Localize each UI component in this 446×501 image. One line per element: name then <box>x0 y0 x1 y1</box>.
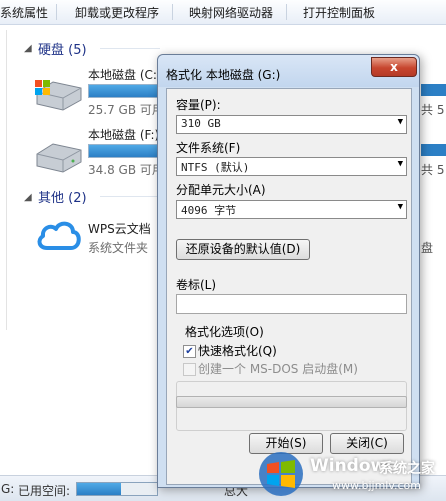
toolbar-separator <box>172 4 173 20</box>
group-title-other[interactable]: 其他 (2) <box>38 187 87 206</box>
status-drive-letter: G: <box>1 482 15 496</box>
format-progress-bar <box>176 396 407 408</box>
drive-f-name[interactable]: 本地磁盘 (F:) <box>88 126 159 143</box>
status-used-label: 已用空间: <box>18 484 71 498</box>
capacity-select[interactable]: 310 GB ▼ <box>176 115 407 134</box>
restore-defaults-button[interactable]: 还原设备的默认值(D) <box>176 239 310 260</box>
navigation-pane-edge[interactable] <box>0 25 14 475</box>
hard-drive-icon <box>36 143 82 173</box>
msdos-disk-checkbox[interactable] <box>183 363 196 376</box>
volume-label-label: 卷标(L) <box>176 278 217 292</box>
windows-logo-icon <box>259 452 303 496</box>
volume-label-input[interactable] <box>176 294 407 314</box>
allocation-unit-label: 分配单元大小(A) <box>176 183 266 197</box>
group-title-hard-disk[interactable]: 硬盘 (5) <box>38 39 87 58</box>
drive-c-capacity-bar <box>88 84 160 98</box>
drive-f-total-partial: 共 5 <box>421 163 445 177</box>
drive-c-total-partial: 共 5 <box>421 103 445 117</box>
format-options-label: 格式化选项(O) <box>183 323 266 340</box>
wps-cloud-name[interactable]: WPS云文档 <box>88 220 151 237</box>
drive-c-name[interactable]: 本地磁盘 (C: <box>88 66 157 83</box>
explorer-toolbar: 系统属性 卸载或更改程序 映射网络驱动器 打开控制面板 <box>0 0 446 25</box>
toolbar-separator <box>286 4 287 20</box>
toolbar-open-control-panel[interactable]: 打开控制面板 <box>303 4 375 21</box>
watermark-brand-cn: 系统之家 <box>379 461 435 477</box>
collapse-chevron-icon[interactable]: ◢ <box>24 43 32 54</box>
watermark: Windows 系统之家 www.bjjmlv.com <box>246 448 446 500</box>
wps-partial: 盘 <box>421 241 434 255</box>
drive-f-free-space: 34.8 GB 可用 <box>88 163 164 177</box>
toolbar-separator <box>56 4 57 20</box>
dialog-title: 格式化 本地磁盘 (G:) <box>166 68 281 82</box>
toolbar-map-network-drive[interactable]: 映射网络驱动器 <box>189 4 273 21</box>
toolbar-uninstall-program[interactable]: 卸载或更改程序 <box>75 4 159 21</box>
dialog-titlebar[interactable]: 格式化 本地磁盘 (G:) x <box>158 55 419 87</box>
filesystem-select[interactable]: NTFS (默认) ▼ <box>176 157 407 176</box>
watermark-url: www.bjjmlv.com <box>332 479 421 492</box>
filesystem-label: 文件系统(F) <box>176 141 241 155</box>
system-drive-icon <box>35 80 82 111</box>
dropdown-arrow-icon: ▼ <box>397 202 403 212</box>
quick-format-checkbox[interactable]: ✔ <box>183 345 196 358</box>
format-dialog: 格式化 本地磁盘 (G:) x 容量(P): 310 GB ▼ 文件系统(F) … <box>157 54 420 488</box>
dialog-client-area: 容量(P): 310 GB ▼ 文件系统(F) NTFS (默认) ▼ 分配单元… <box>166 88 412 485</box>
toolbar-system-properties[interactable]: 系统属性 <box>0 4 48 21</box>
msdos-disk-label: 创建一个 MS-DOS 启动盘(M) <box>198 362 358 376</box>
wps-cloud-type: 系统文件夹 <box>88 241 149 255</box>
collapse-chevron-icon[interactable]: ◢ <box>24 192 32 203</box>
status-capacity-bar <box>76 482 158 496</box>
dropdown-arrow-icon: ▼ <box>397 159 403 169</box>
dropdown-arrow-icon: ▼ <box>397 117 403 127</box>
drive-f-capacity-bar <box>88 144 160 158</box>
allocation-unit-select[interactable]: 4096 字节 ▼ <box>176 200 407 219</box>
wps-cloud-icon <box>37 221 81 250</box>
drive-c-free-space: 25.7 GB 可用 <box>88 103 164 117</box>
quick-format-label[interactable]: 快速格式化(Q) <box>198 342 277 359</box>
dialog-close-button[interactable]: x <box>371 57 417 77</box>
capacity-label: 容量(P): <box>176 98 221 112</box>
